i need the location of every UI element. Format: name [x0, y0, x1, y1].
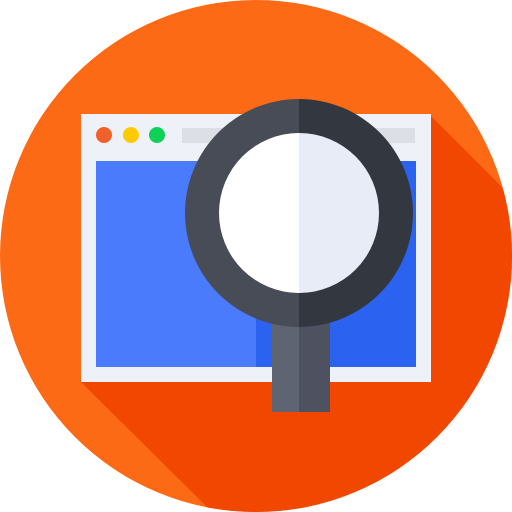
magnifier-handle-right [299, 318, 330, 412]
close-dot-icon [96, 127, 112, 143]
magnifier-handle-left [272, 318, 299, 412]
minimize-dot-icon [123, 127, 139, 143]
web-search-illustration [0, 0, 512, 512]
maximize-dot-icon [149, 127, 165, 143]
web-search-icon [0, 0, 512, 512]
